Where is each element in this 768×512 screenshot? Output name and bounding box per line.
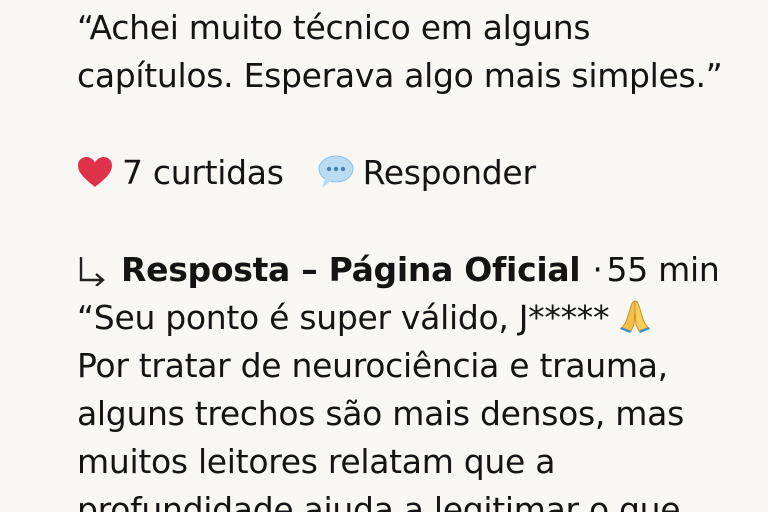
reply-header: Resposta – Página Oficial · 55 min xyxy=(77,246,720,294)
comment-line: “Achei muito técnico em alguns xyxy=(77,8,591,47)
comment-body: “Achei muito técnico em alguns capítulos… xyxy=(77,4,723,100)
reply-arrow-icon xyxy=(77,254,111,286)
reply-line: Por tratar de neurociência e trauma, xyxy=(77,346,668,385)
reply-line: muitos leitores relatam que a xyxy=(77,442,556,481)
reply-line-text: “Seu ponto é super válido, J***** xyxy=(77,298,610,337)
reply-line: “Seu ponto é super válido, J***** xyxy=(77,294,719,342)
reply-body: “Seu ponto é super válido, J***** Por tr… xyxy=(77,294,719,512)
reply-line: alguns trechos são mais densos, mas xyxy=(77,394,684,433)
like-button[interactable]: 7 curtidas xyxy=(77,153,284,192)
folded-hands-icon xyxy=(617,297,653,333)
speech-bubble-icon xyxy=(318,155,354,189)
likes-count: 7 curtidas xyxy=(122,152,284,192)
reply-line: profundidade ajuda a legitimar o que xyxy=(77,490,681,512)
reply-timestamp: 55 min xyxy=(606,250,720,289)
reply-comment: Resposta – Página Oficial · 55 min “Seu … xyxy=(77,246,720,512)
reply-label: Responder xyxy=(362,152,536,192)
comment-actions: 7 curtidas Responder xyxy=(77,148,536,196)
comment-line: capítulos. Esperava algo mais simples.” xyxy=(77,56,723,95)
reply-author[interactable]: Resposta – Página Oficial xyxy=(121,246,581,294)
separator-dot: · xyxy=(592,250,603,289)
reply-button[interactable]: Responder xyxy=(318,153,536,192)
heart-icon xyxy=(77,156,113,188)
